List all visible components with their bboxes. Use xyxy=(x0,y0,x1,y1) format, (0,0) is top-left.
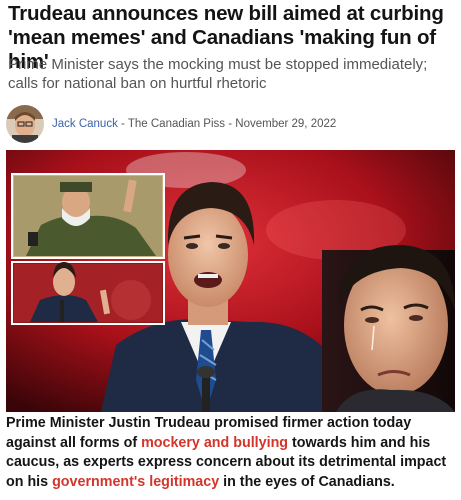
publish-date: November 29, 2022 xyxy=(235,118,337,130)
caption-highlight-legitimacy: government's legitimacy xyxy=(52,473,220,490)
byline: Jack Canuck - The Canadian Piss - Novemb… xyxy=(6,103,456,145)
byline-text: Jack Canuck - The Canadian Piss - Novemb… xyxy=(52,118,336,130)
byline-separator: - xyxy=(117,118,128,130)
author-avatar[interactable] xyxy=(6,105,44,143)
crying-figure-photo xyxy=(322,245,455,412)
byline-separator: - xyxy=(225,118,236,130)
caption-highlight-mockery: mockery and bullying xyxy=(141,434,289,451)
subheadline: Prime Minister says the mocking must be … xyxy=(8,56,428,92)
inset-small-speaker-photo xyxy=(11,261,165,325)
inset-castro-photo xyxy=(11,173,165,259)
caption-text: in the eyes of Canadians. xyxy=(219,473,395,490)
author-link[interactable]: Jack Canuck xyxy=(52,118,118,130)
publication-name: The Canadian Piss xyxy=(127,118,226,130)
article-photo-collage xyxy=(6,150,455,412)
article-caption: Prime Minister Justin Trudeau promised f… xyxy=(6,414,456,492)
